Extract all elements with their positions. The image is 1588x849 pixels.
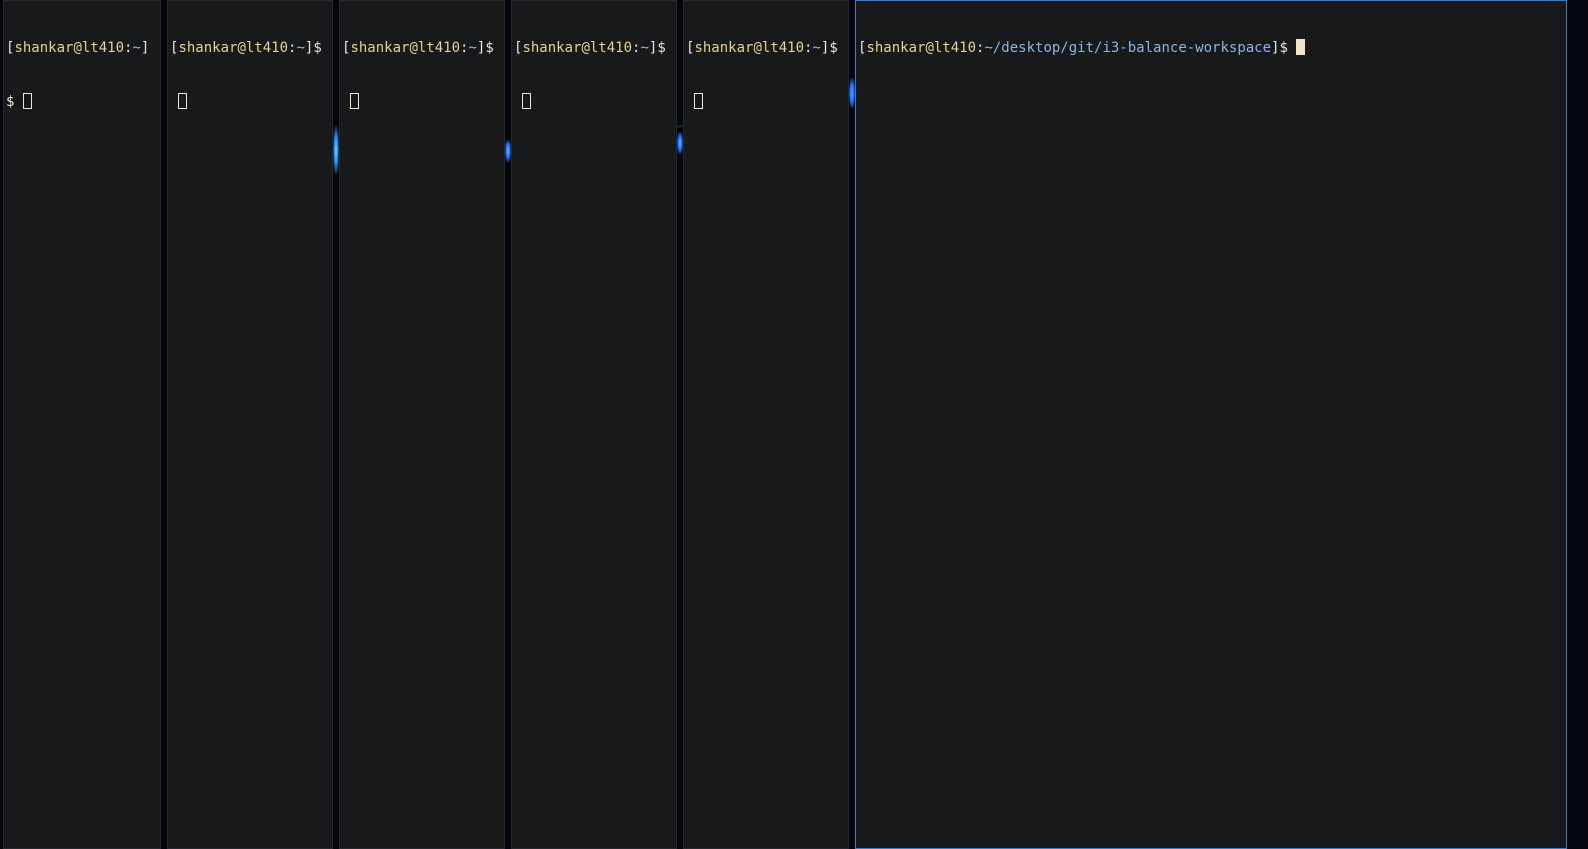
prompt-line: [shankar@lt410:~]$ bbox=[514, 39, 676, 57]
terminal-window-3[interactable]: [shankar@lt410:~]$ bbox=[339, 0, 505, 849]
terminal-cursor bbox=[178, 93, 188, 109]
desktop: [shankar@lt410:~] $ [shankar@lt410:~]$ [… bbox=[0, 0, 1588, 849]
prompt-user-host: shankar@lt410 bbox=[178, 40, 289, 56]
prompt-line: [shankar@lt410:~] bbox=[6, 39, 160, 57]
prompt-line: [shankar@lt410:~]$ bbox=[342, 39, 504, 57]
terminal-cursor bbox=[522, 93, 532, 109]
prompt-line: [shankar@lt410:~]$ bbox=[170, 39, 332, 57]
prompt-dollar: $ bbox=[829, 40, 838, 56]
prompt-user-host: shankar@lt410 bbox=[522, 40, 633, 56]
prompt-user-host: shankar@lt410 bbox=[14, 40, 125, 56]
prompt-line: [shankar@lt410:~]$ bbox=[686, 39, 848, 57]
prompt-line-2 bbox=[170, 93, 332, 111]
terminal-cursor bbox=[22, 93, 32, 109]
terminal-window-5[interactable]: [shankar@lt410:~]$ bbox=[683, 0, 849, 849]
prompt-user-host: shankar@lt410 bbox=[694, 40, 805, 56]
prompt-dollar: $ bbox=[485, 40, 494, 56]
terminal-window-6-focused[interactable]: [shankar@lt410:~/desktop/git/i3-balance-… bbox=[855, 0, 1567, 849]
prompt-path: ~ bbox=[132, 40, 141, 56]
prompt-line-2 bbox=[686, 93, 848, 111]
prompt-path: ~ bbox=[812, 40, 821, 56]
terminal-window-1[interactable]: [shankar@lt410:~] $ bbox=[3, 0, 161, 849]
terminal-cursor bbox=[694, 93, 704, 109]
prompt-user-host: shankar@lt410 bbox=[350, 40, 461, 56]
prompt-path: ~ bbox=[640, 40, 649, 56]
prompt-path: ~/desktop/git/i3-balance-workspace bbox=[984, 40, 1272, 56]
prompt-path: ~ bbox=[468, 40, 477, 56]
terminal-window-2[interactable]: [shankar@lt410:~]$ bbox=[167, 0, 333, 849]
prompt-dollar: $ bbox=[6, 94, 23, 110]
prompt-dollar: $ bbox=[1279, 40, 1297, 56]
prompt-path: ~ bbox=[296, 40, 305, 56]
prompt-bracket-close: ] bbox=[140, 40, 150, 56]
terminal-cursor bbox=[350, 93, 360, 109]
prompt-line-2 bbox=[342, 93, 504, 111]
prompt-dollar: $ bbox=[657, 40, 666, 56]
prompt-line-2: $ bbox=[6, 93, 160, 111]
prompt-line-2 bbox=[514, 93, 676, 111]
terminal-cursor-active bbox=[1296, 39, 1306, 55]
prompt-user-host: shankar@lt410 bbox=[866, 40, 977, 56]
terminal-window-4[interactable]: [shankar@lt410:~]$ bbox=[511, 0, 677, 849]
prompt-dollar: $ bbox=[313, 40, 322, 56]
prompt-line: [shankar@lt410:~/desktop/git/i3-balance-… bbox=[858, 39, 1566, 57]
